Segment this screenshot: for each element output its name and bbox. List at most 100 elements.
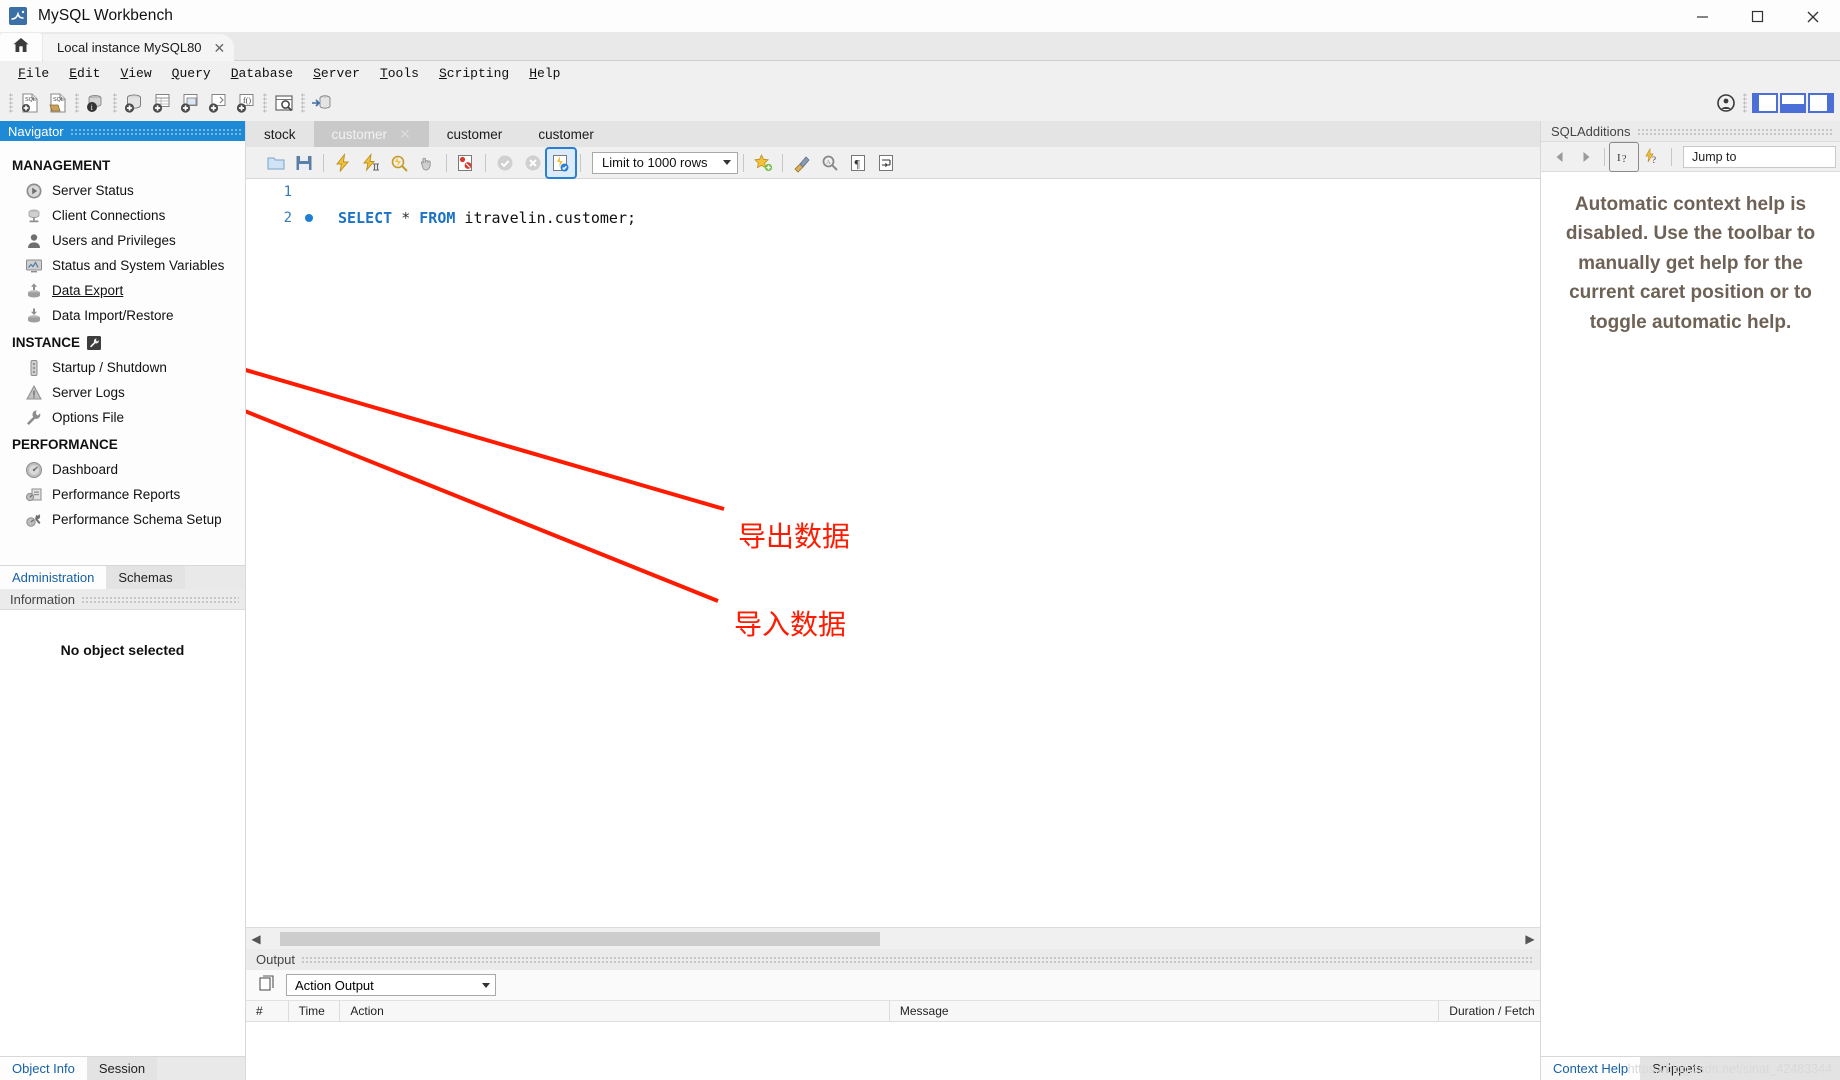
sidebar-item-data-import-restore[interactable]: Data Import/Restore — [0, 303, 245, 328]
watermark-text: https://blog.csdn.net/sinat_42483344 — [1627, 1062, 1832, 1076]
scrollbar-thumb[interactable] — [280, 931, 880, 946]
output-column-header[interactable]: Duration / Fetch — [1438, 1000, 1540, 1022]
editor-tab-stock-0[interactable]: stock — [246, 121, 314, 147]
toggle-invisible-icon[interactable]: ¶ — [844, 149, 872, 177]
create-schema-icon[interactable] — [120, 89, 148, 117]
layout-output-icon[interactable] — [1780, 93, 1806, 113]
panel-grip — [1636, 127, 1834, 135]
menu-view[interactable]: View — [110, 64, 161, 83]
create-view-icon[interactable] — [176, 89, 204, 117]
tab-local-instance-mysql80[interactable]: Local instance MySQL80 ✕ — [43, 34, 235, 61]
jump-to-input[interactable]: Jump to — [1683, 145, 1836, 168]
output-column-label: Time — [298, 1004, 325, 1018]
panel-grip — [69, 127, 241, 135]
admin-target-icon[interactable] — [1712, 89, 1740, 117]
layout-sidebar-icon[interactable] — [1752, 93, 1778, 113]
reconnect-server-icon[interactable] — [308, 89, 336, 117]
tab-object-info[interactable]: Object Info — [0, 1057, 87, 1080]
rollback-icon[interactable] — [519, 149, 547, 177]
inspect-schema-icon[interactable] — [270, 89, 298, 117]
sidebar-item-label: Dashboard — [52, 462, 119, 477]
sidebar-item-server-status[interactable]: Server Status — [0, 178, 245, 203]
create-table-icon[interactable] — [148, 89, 176, 117]
sidebar-item-startup-shutdown[interactable]: Startup / Shutdown — [0, 355, 245, 380]
menu-server[interactable]: Server — [303, 64, 370, 83]
output-table-rows[interactable] — [246, 1022, 1540, 1080]
save-snippet-icon[interactable] — [749, 149, 777, 177]
output-type-value: Action Output — [295, 977, 374, 993]
output-panes-icon[interactable] — [258, 974, 276, 997]
close-button[interactable] — [1785, 0, 1840, 33]
auto-context-help-icon[interactable]: ? — [1638, 143, 1666, 171]
arrow-left-icon[interactable] — [1547, 145, 1573, 169]
sidebar-item-dashboard[interactable]: Dashboard — [0, 457, 245, 482]
connection-info-icon[interactable]: i — [82, 89, 110, 117]
row-limit-select[interactable]: Limit to 1000 rows — [592, 151, 738, 174]
wrench-icon[interactable] — [87, 335, 102, 350]
code-line[interactable]: 1 — [246, 179, 1540, 205]
context-help-icon[interactable]: I? — [1609, 141, 1639, 172]
menu-help[interactable]: Help — [519, 64, 570, 83]
sidebar-item-client-connections[interactable]: Client Connections — [0, 203, 245, 228]
save-script-icon[interactable] — [290, 149, 318, 177]
sidebar-item-label: Startup / Shutdown — [52, 360, 167, 375]
scroll-right-icon[interactable]: ▶ — [1520, 932, 1540, 946]
menu-tools[interactable]: Tools — [370, 64, 429, 83]
output-column-header[interactable]: Message — [888, 1000, 1438, 1022]
menu-file[interactable]: File — [8, 64, 59, 83]
sidebar-item-options-file[interactable]: Options File — [0, 405, 245, 430]
close-icon[interactable]: ✕ — [399, 126, 411, 143]
output-column-header[interactable]: Time — [287, 1000, 340, 1022]
menu-edit[interactable]: Edit — [59, 64, 110, 83]
open-script-icon[interactable] — [262, 149, 290, 177]
tab-schemas[interactable]: Schemas — [106, 566, 185, 589]
find-icon[interactable]: A — [816, 149, 844, 177]
tab-session[interactable]: Session — [86, 1057, 158, 1080]
create-procedure-icon[interactable] — [204, 89, 232, 117]
menu-scripting[interactable]: Scripting — [429, 64, 519, 83]
sidebar-tabs: Administration Schemas — [0, 565, 245, 589]
stop-icon[interactable] — [413, 149, 441, 177]
sidebar-item-data-export[interactable]: Data Export — [0, 278, 245, 303]
toggle-stop-on-error-icon[interactable] — [452, 149, 480, 177]
wrap-lines-icon[interactable] — [872, 149, 900, 177]
open-sql-script-icon[interactable]: SQL — [44, 89, 72, 117]
sidebar-item-status-and-system-variables[interactable]: Status and System Variables — [0, 253, 245, 278]
sql-additions-title: SQLAdditions — [1551, 123, 1631, 139]
scrollbar-track[interactable] — [266, 931, 1520, 946]
minimize-button[interactable] — [1675, 0, 1730, 33]
tab-administration[interactable]: Administration — [0, 566, 107, 589]
explain-icon[interactable] — [385, 149, 413, 177]
tab-context-help[interactable]: Context Help — [1541, 1057, 1641, 1080]
sidebar-item-performance-reports[interactable]: Performance Reports — [0, 482, 245, 507]
home-tab[interactable] — [0, 33, 42, 61]
output-controls: Action Output — [246, 970, 1540, 1000]
output-column-header[interactable]: Action — [339, 1000, 888, 1022]
maximize-button[interactable] — [1730, 0, 1785, 33]
editor-tab-customer-2[interactable]: customer — [429, 121, 521, 147]
auto-commit-icon[interactable] — [545, 146, 577, 179]
output-type-select[interactable]: Action Output — [286, 974, 496, 996]
sidebar-item-server-logs[interactable]: Server Logs — [0, 380, 245, 405]
execute-icon[interactable] — [329, 149, 357, 177]
layout-secondary-sidebar-icon[interactable] — [1808, 93, 1834, 113]
new-sql-tab-icon[interactable]: SQL — [16, 89, 44, 117]
close-icon[interactable]: ✕ — [214, 41, 226, 55]
statement-marker[interactable] — [298, 214, 320, 222]
commit-icon[interactable] — [491, 149, 519, 177]
sidebar-item-users-and-privileges[interactable]: Users and Privileges — [0, 228, 245, 253]
code-line[interactable]: 2 SELECT * FROM itravelin.customer; — [246, 205, 1540, 231]
arrow-right-icon[interactable] — [1573, 145, 1599, 169]
sidebar-item-performance-schema-setup[interactable]: Performance Schema Setup — [0, 507, 245, 532]
beautify-sql-icon[interactable] — [788, 149, 816, 177]
sql-code-editor[interactable]: 1 2 SELECT * FROM itravelin.customer; 导出数据… — [246, 179, 1540, 927]
editor-horizontal-scrollbar[interactable]: ◀ ▶ — [246, 927, 1540, 949]
editor-tab-customer-active[interactable]: customer ✕ — [313, 121, 429, 147]
output-column-header[interactable]: # — [246, 1000, 288, 1022]
menu-query[interactable]: Query — [162, 64, 221, 83]
execute-current-statement-icon[interactable] — [357, 149, 385, 177]
create-function-icon[interactable]: f() — [232, 89, 260, 117]
menu-database[interactable]: Database — [221, 64, 303, 83]
editor-tab-customer-3[interactable]: customer — [520, 121, 612, 147]
scroll-left-icon[interactable]: ◀ — [246, 932, 266, 946]
